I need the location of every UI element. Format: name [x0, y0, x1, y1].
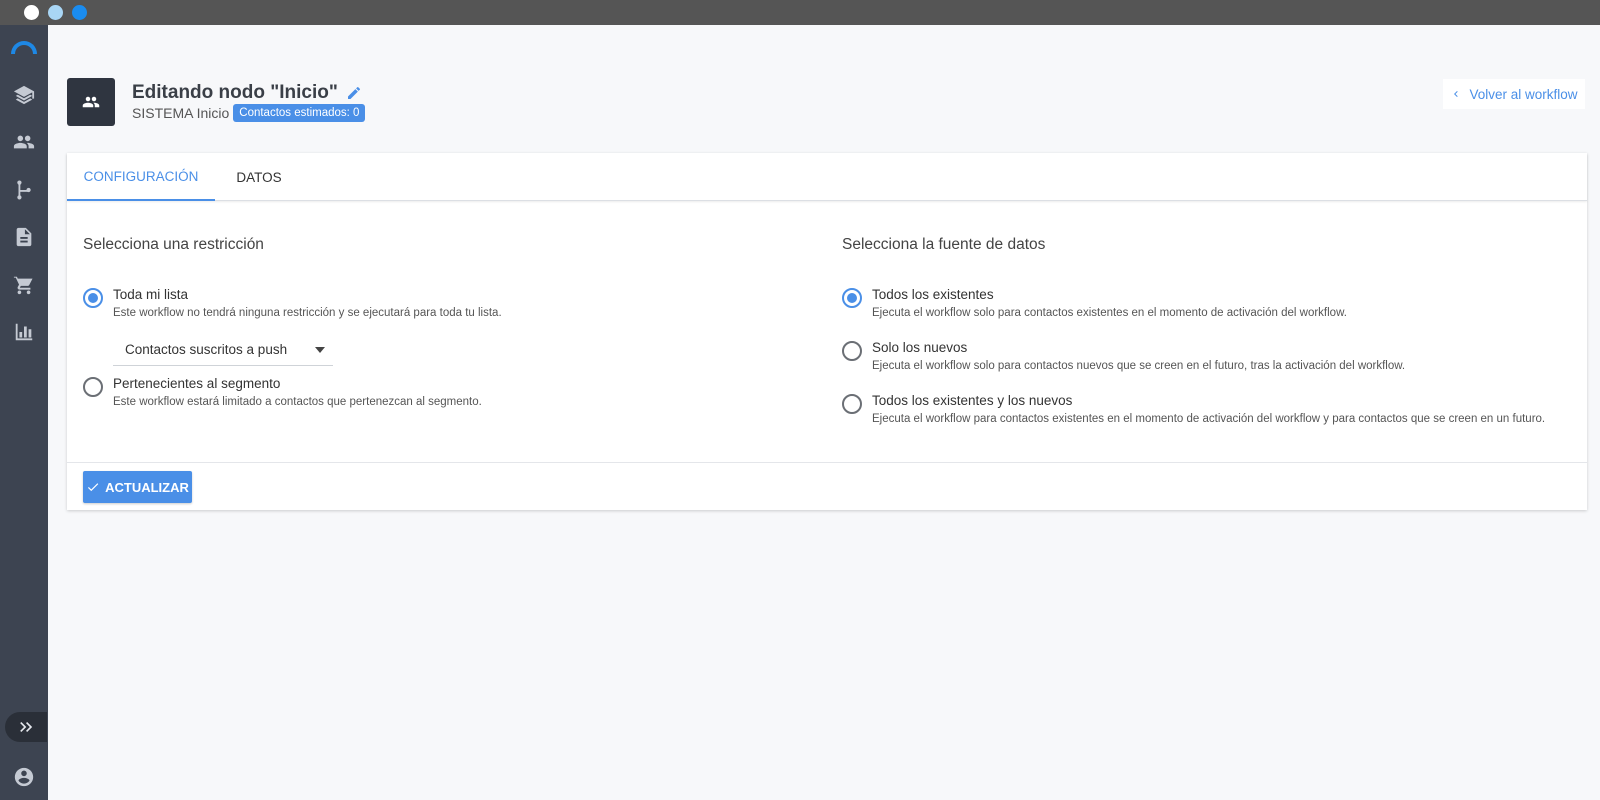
radio-existentes-y-nuevos[interactable] — [842, 394, 862, 414]
window-minimize-dot[interactable] — [48, 5, 63, 20]
tab-datos[interactable]: DATOS — [215, 153, 303, 201]
back-label: Volver al workflow — [1469, 86, 1578, 102]
option-description: Ejecuta el workflow para contactos exist… — [872, 413, 1546, 425]
radio-toda-mi-lista[interactable] — [83, 288, 103, 308]
layers-icon[interactable] — [12, 83, 36, 107]
node-avatar — [67, 78, 115, 126]
expand-sidebar-button[interactable] — [5, 712, 47, 742]
pencil-icon — [347, 86, 360, 99]
page-title: Editando nodo "Inicio" — [132, 82, 362, 104]
option-label: Toda mi lista — [113, 287, 189, 302]
document-icon[interactable] — [12, 225, 36, 249]
config-card: CONFIGURACIÓN DATOS Selecciona una restr… — [67, 153, 1587, 510]
sidebar — [0, 25, 48, 800]
expand-icon — [20, 722, 33, 732]
tab-configuracion[interactable]: CONFIGURACIÓN — [67, 153, 215, 201]
people-icon[interactable] — [12, 130, 36, 154]
page-title-text: Editando nodo "Inicio" — [132, 82, 338, 103]
option-label: Todos los existentes y los nuevos — [872, 393, 1073, 408]
contacts-badge: Contactos estimados: 0 — [233, 104, 366, 122]
window-maximize-dot[interactable] — [72, 5, 87, 20]
update-button[interactable]: ACTUALIZAR — [83, 471, 192, 503]
flow-icon[interactable] — [12, 178, 36, 202]
chevron-left-icon — [1454, 91, 1459, 97]
radio-pertenecientes-segmento[interactable] — [83, 377, 103, 397]
option-label: Pertenecientes al segmento — [113, 376, 281, 391]
select-value: Contactos suscritos a push — [125, 342, 288, 357]
cart-icon[interactable] — [12, 273, 36, 297]
push-contacts-select[interactable]: Contactos suscritos a push — [113, 334, 333, 366]
window-title-bar — [0, 0, 1600, 25]
radio-solo-nuevos[interactable] — [842, 341, 862, 361]
window-close-dot[interactable] — [24, 5, 39, 20]
option-description: Ejecuta el workflow solo para contactos … — [872, 307, 1347, 319]
option-description: Este workflow estará limitado a contacto… — [113, 396, 482, 408]
radio-todos-existentes[interactable] — [842, 288, 862, 308]
node-subtitle: SISTEMA Inicio Contactos estimados: 0 — [132, 104, 366, 122]
check-icon — [88, 483, 99, 492]
chart-icon[interactable] — [12, 320, 36, 344]
footer-divider — [67, 462, 1587, 463]
account-icon[interactable] — [12, 765, 36, 789]
people-icon — [82, 96, 100, 108]
data-source-title: Selecciona la fuente de datos — [842, 236, 1046, 253]
option-label: Solo los nuevos — [872, 340, 968, 355]
back-to-workflow-button[interactable]: Volver al workflow — [1443, 79, 1585, 109]
logo-icon[interactable] — [11, 41, 37, 54]
option-description: Ejecuta el workflow solo para contactos … — [872, 360, 1406, 372]
update-label: ACTUALIZAR — [105, 479, 189, 495]
option-label: Todos los existentes — [872, 287, 994, 302]
option-description: Este workflow no tendrá ninguna restricc… — [113, 307, 502, 319]
restriction-title: Selecciona una restricción — [83, 236, 264, 253]
system-label: SISTEMA Inicio — [132, 105, 230, 121]
caret-down-icon — [315, 347, 325, 353]
tab-bar: CONFIGURACIÓN DATOS — [67, 153, 1587, 201]
edit-title-button[interactable] — [346, 85, 362, 101]
